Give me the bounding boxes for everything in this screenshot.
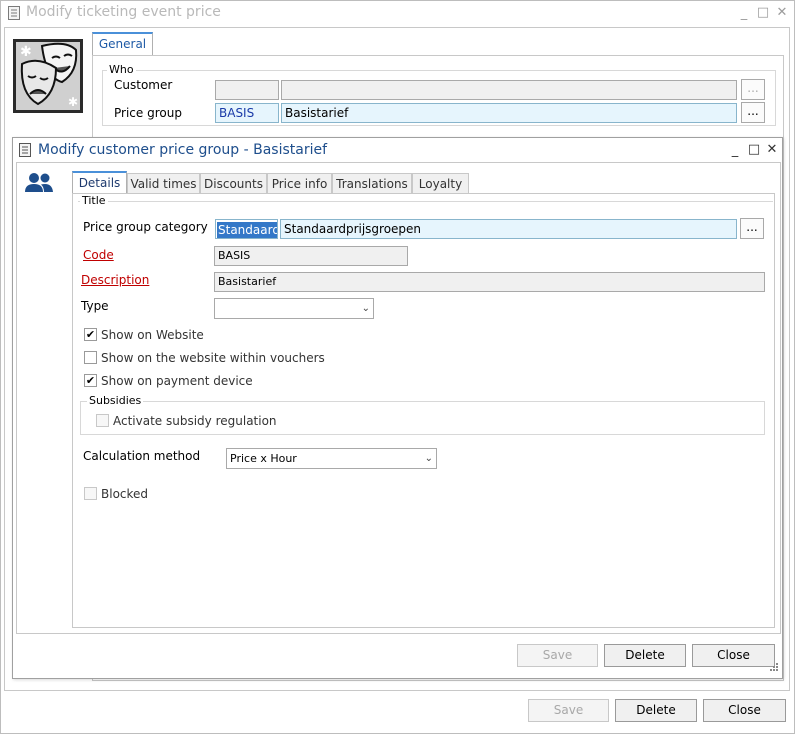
tab-general[interactable]: General: [92, 32, 153, 55]
activate-subsidy-label: Activate subsidy regulation: [113, 414, 277, 428]
theater-masks-logo: ✱ ✱: [12, 38, 84, 114]
chevron-down-icon: ⌄: [424, 453, 433, 464]
resize-grip-icon[interactable]: [767, 662, 779, 674]
blocked-label: Blocked: [101, 487, 149, 501]
show-website-checkbox[interactable]: ✔: [84, 328, 97, 341]
inner-maximize-button[interactable]: □: [746, 142, 762, 158]
inner-window-icon: [19, 143, 31, 157]
tab-valid-times[interactable]: Valid times: [127, 173, 200, 194]
outer-delete-button[interactable]: Delete: [615, 699, 697, 722]
pricegroup-code-field[interactable]: BASIS: [215, 103, 279, 123]
outer-close-button-bottom[interactable]: Close: [703, 699, 786, 722]
outer-window-icon: [8, 6, 20, 20]
title-legend: Title: [80, 194, 108, 207]
tab-details[interactable]: Details: [72, 171, 127, 194]
show-website-label: Show on Website: [101, 328, 204, 342]
who-legend: Who: [107, 63, 136, 76]
svg-text:✱: ✱: [20, 44, 32, 60]
description-field[interactable]: Basistarief: [214, 272, 765, 292]
category-code-field[interactable]: Standaard: [215, 219, 278, 239]
category-name-field[interactable]: Standaardprijsgroepen: [280, 219, 737, 239]
show-website-vouchers-checkbox[interactable]: [84, 351, 97, 364]
outer-save-button[interactable]: Save: [528, 699, 609, 722]
customer-name-field[interactable]: [281, 80, 737, 100]
customer-browse-button[interactable]: ...: [741, 79, 765, 100]
inner-window-title: Modify customer price group - Basistarie…: [38, 142, 328, 158]
calc-method-value: Price x Hour: [230, 452, 297, 465]
show-payment-checkbox[interactable]: ✔: [84, 374, 97, 387]
activate-subsidy-checkbox[interactable]: [96, 414, 109, 427]
code-field[interactable]: BASIS: [214, 246, 408, 266]
inner-close-button-bottom[interactable]: Close: [692, 644, 775, 667]
pricegroup-label: Price group: [114, 106, 182, 120]
type-select[interactable]: ⌄: [214, 298, 374, 319]
pricegroup-browse-button[interactable]: ...: [741, 102, 765, 123]
outer-maximize-button[interactable]: □: [755, 5, 771, 21]
calc-method-label: Calculation method: [83, 449, 201, 463]
inner-delete-button[interactable]: Delete: [604, 644, 686, 667]
inner-close-button[interactable]: ✕: [764, 142, 780, 158]
description-label: Description: [81, 273, 150, 287]
category-code-selection: Standaard: [217, 222, 277, 238]
outer-window-title: Modify ticketing event price: [26, 4, 221, 20]
tab-loyalty[interactable]: Loyalty: [412, 173, 469, 194]
tab-discounts[interactable]: Discounts: [200, 173, 267, 194]
customer-label: Customer: [114, 78, 173, 92]
outer-close-button[interactable]: ✕: [774, 5, 790, 21]
svg-text:✱: ✱: [68, 95, 78, 109]
title-groupbox-line: [78, 201, 773, 202]
show-website-vouchers-label: Show on the website within vouchers: [101, 351, 325, 365]
type-label: Type: [81, 299, 109, 313]
users-icon: [24, 172, 54, 196]
subsidies-legend: Subsidies: [87, 394, 144, 407]
category-label: Price group category: [83, 220, 208, 234]
tab-price-info[interactable]: Price info: [267, 173, 332, 194]
code-label: Code: [83, 248, 114, 262]
pricegroup-name-field[interactable]: Basistarief: [281, 103, 737, 123]
customer-code-field[interactable]: [215, 80, 279, 100]
chevron-down-icon: ⌄: [361, 303, 370, 314]
category-browse-button[interactable]: ...: [740, 218, 764, 239]
show-payment-label: Show on payment device: [101, 374, 253, 388]
outer-minimize-button[interactable]: _: [736, 6, 752, 22]
inner-save-button[interactable]: Save: [517, 644, 598, 667]
blocked-checkbox[interactable]: [84, 487, 97, 500]
calc-method-select[interactable]: Price x Hour ⌄: [226, 448, 437, 469]
inner-minimize-button[interactable]: _: [727, 143, 743, 159]
tab-translations[interactable]: Translations: [332, 173, 412, 194]
